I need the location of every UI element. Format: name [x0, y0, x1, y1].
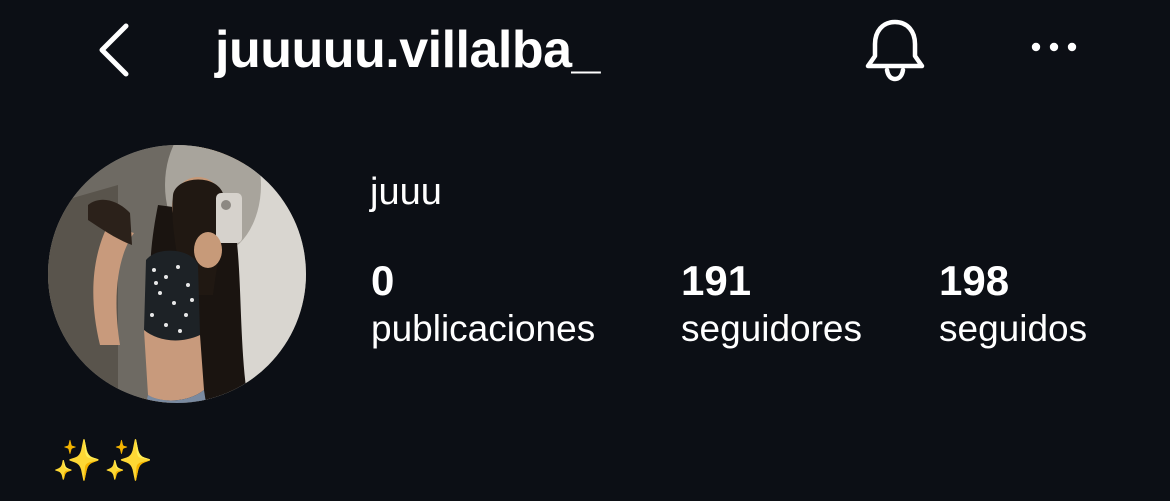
stat-seguidores[interactable]: 191 seguidores — [681, 256, 862, 352]
more-horizontal-icon — [1031, 42, 1077, 52]
stat-value: 191 — [681, 257, 752, 304]
profile-photo — [48, 145, 306, 403]
more-options-button[interactable] — [1022, 20, 1086, 74]
stat-label: publicaciones — [371, 308, 596, 349]
back-button[interactable] — [88, 18, 142, 82]
avatar[interactable] — [48, 145, 306, 403]
stat-label: seguidores — [681, 308, 863, 349]
bell-icon — [865, 19, 925, 82]
profile-username: juuuuu.villalba_ — [215, 21, 600, 79]
stat-value: 198 — [939, 257, 1010, 304]
stat-label: seguidos — [939, 308, 1088, 349]
stat-value: 0 — [371, 257, 395, 304]
stat-seguidos[interactable]: 198 seguidos — [939, 256, 1087, 352]
stat-publicaciones[interactable]: 0 publicaciones — [371, 256, 595, 352]
display-name: juuu — [370, 171, 442, 213]
chevron-left-icon — [99, 23, 129, 77]
profile-bio: ✨✨ — [52, 439, 156, 483]
notifications-button[interactable] — [858, 16, 932, 84]
profile-header: juuuuu.villalba_ — [0, 0, 1170, 100]
